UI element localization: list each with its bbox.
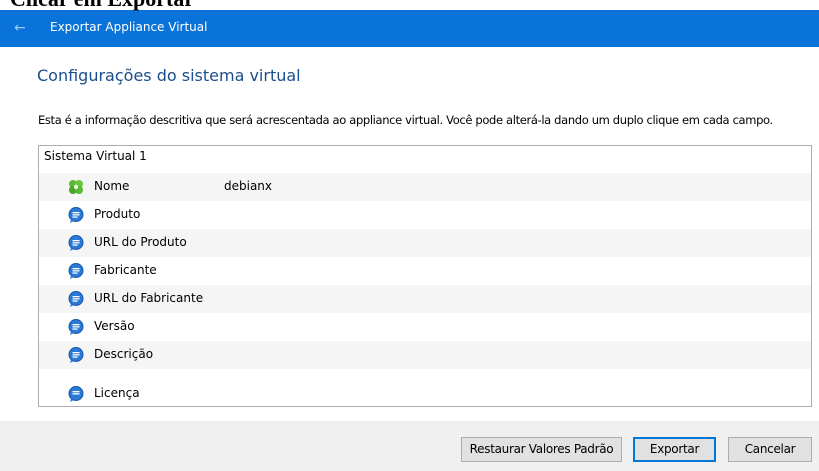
speech-bubble-icon	[68, 263, 84, 279]
tree-row-nome[interactable]: Nome debianx	[39, 173, 811, 201]
tree-row-label: Licença	[94, 386, 140, 400]
tree-row-url-produto[interactable]: URL do Produto	[39, 229, 811, 257]
title-bar: ← Exportar Appliance Virtual	[0, 10, 819, 47]
tree-row-licenca[interactable]: Licença	[39, 380, 811, 406]
section-title: Configurações do sistema virtual	[37, 66, 301, 85]
tree-row-value[interactable]: debianx	[224, 179, 272, 193]
settings-tree[interactable]: Sistema Virtual 1 Nome debianx Produto U…	[38, 145, 812, 407]
dialog-footer: Restaurar Valores Padrão Exportar Cancel…	[0, 421, 819, 471]
tree-row-label: Descrição	[94, 347, 154, 361]
tree-row-label: Fabricante	[94, 263, 157, 277]
speech-bubble-icon	[68, 235, 84, 251]
speech-bubble-icon	[68, 347, 84, 363]
tree-row-label: Produto	[94, 207, 141, 221]
tree-row-fabricante[interactable]: Fabricante	[39, 257, 811, 285]
speech-bubble-icon	[68, 386, 84, 402]
tree-row-versao[interactable]: Versão	[39, 313, 811, 341]
tree-row-descricao[interactable]: Descrição	[39, 341, 811, 369]
overlay-caption: Clicar em Exportar	[10, 0, 194, 12]
name-gear-icon	[69, 180, 83, 194]
tree-root-label[interactable]: Sistema Virtual 1	[44, 149, 147, 163]
tree-row-label: URL do Produto	[94, 235, 187, 249]
tree-row-label: Nome	[94, 179, 130, 193]
tree-row-produto[interactable]: Produto	[39, 201, 811, 229]
restore-defaults-button[interactable]: Restaurar Valores Padrão	[461, 437, 622, 462]
speech-bubble-icon	[68, 291, 84, 307]
tree-row-label: URL do Fabricante	[94, 291, 204, 305]
section-description: Esta é a informação descritiva que será …	[38, 113, 773, 127]
window-title: Exportar Appliance Virtual	[50, 20, 208, 34]
tree-row-label: Versão	[94, 319, 135, 333]
speech-bubble-icon	[68, 319, 84, 335]
tree-row-url-fabricante[interactable]: URL do Fabricante	[39, 285, 811, 313]
cancel-button[interactable]: Cancelar	[728, 437, 812, 462]
back-arrow-icon[interactable]: ←	[14, 20, 28, 36]
export-button[interactable]: Exportar	[633, 437, 716, 462]
speech-bubble-icon	[68, 207, 84, 223]
